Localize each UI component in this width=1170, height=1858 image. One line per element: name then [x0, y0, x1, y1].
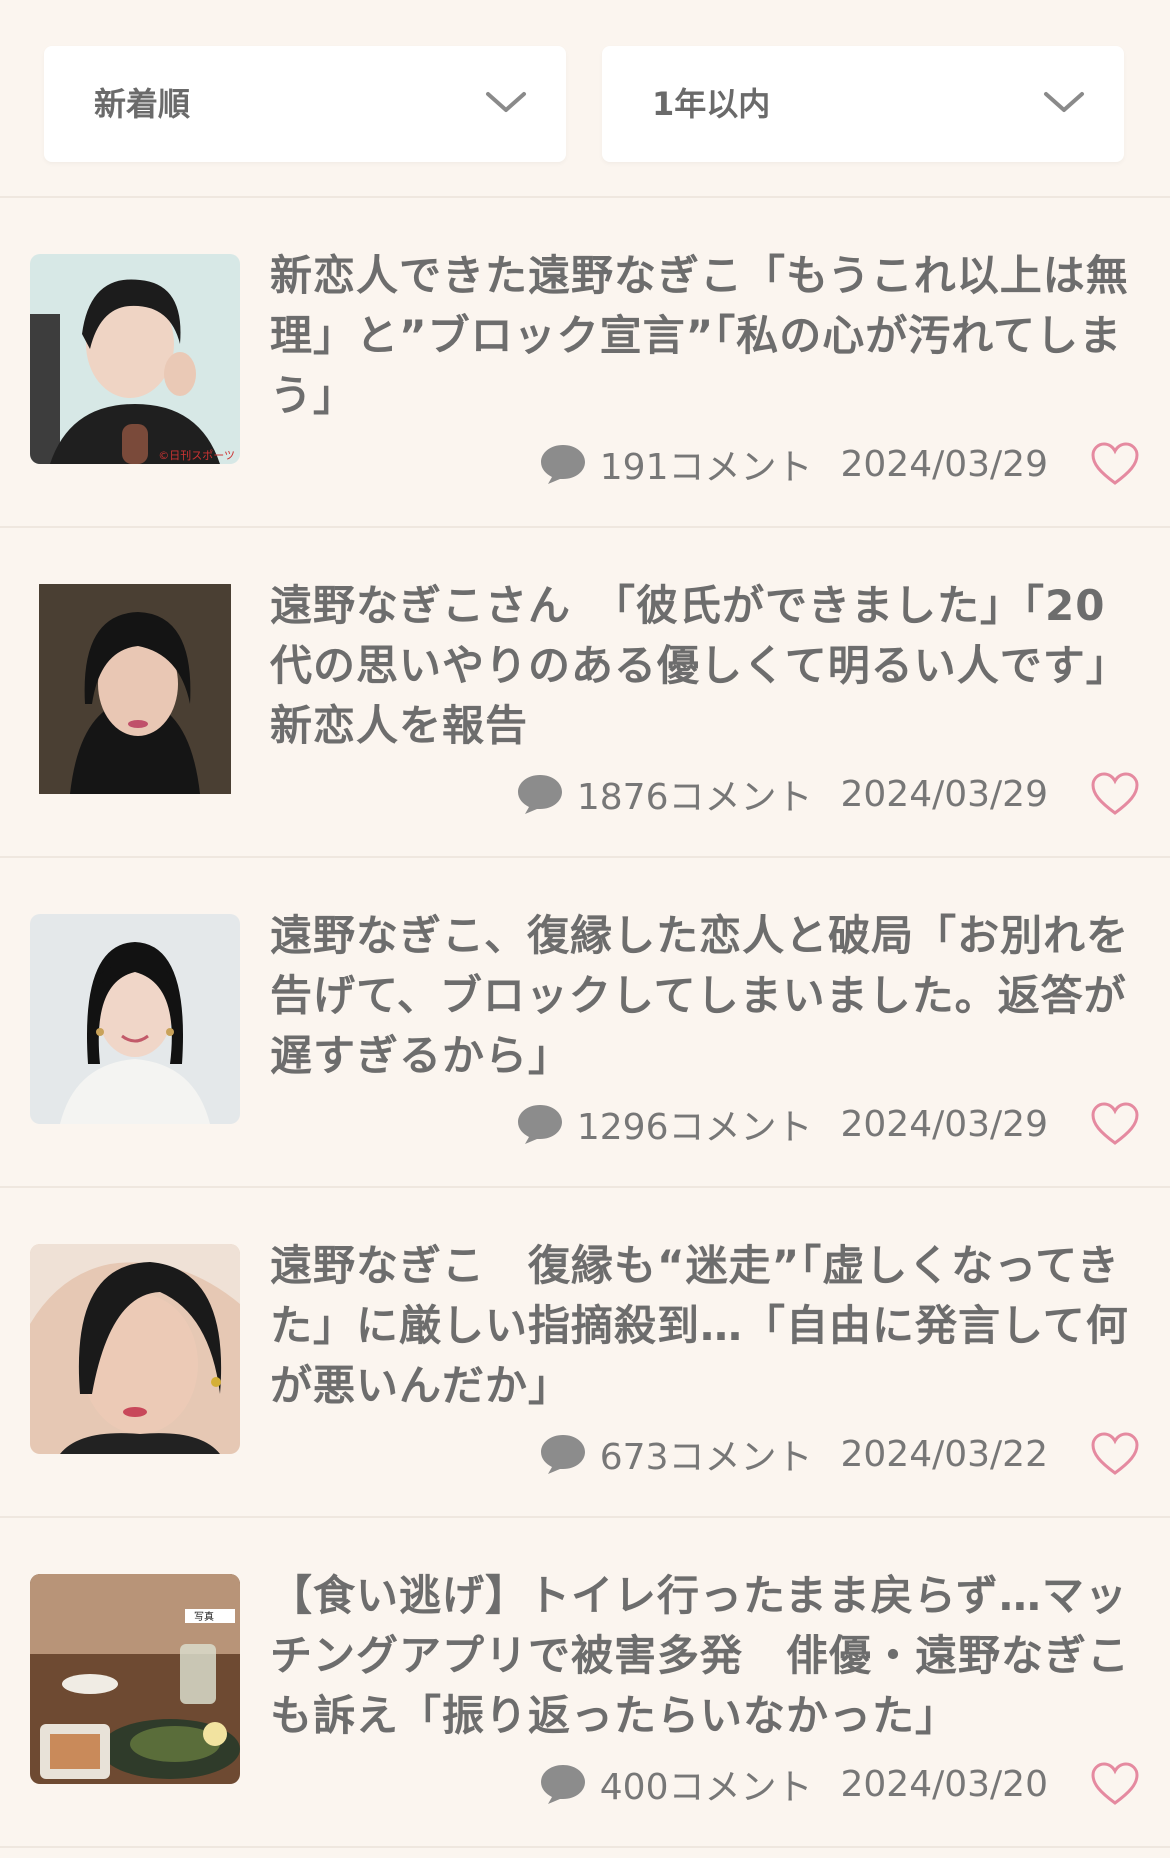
comment-count: 191コメント: [599, 447, 813, 488]
article-date: 2024/03/29: [840, 773, 1049, 815]
article-date: 2024/03/22: [840, 1433, 1049, 1475]
article-meta: 1876コメント 2024/03/29: [515, 766, 1140, 822]
thumbnail-credit: ©日刊スポーツ: [158, 449, 235, 462]
sort-select-label: 新着順: [94, 85, 191, 123]
article-title[interactable]: 遠野なぎこ、復縁した恋人と破局「お別れを告げて、ブロックしてしまいました。返答が…: [270, 906, 1140, 1086]
article-item[interactable]: 写真 【食い逃げ】トイレ行ったまま戻らず…マッチングアプリで被害多発 俳優・遠野…: [0, 1516, 1170, 1848]
comment-bubble-icon: [517, 775, 562, 814]
article-title[interactable]: 遠野なぎこさん 「彼氏ができました」「20代の思いやりのある優しくて明るい人です…: [270, 576, 1150, 756]
article-item[interactable]: 遠野なぎこ、復縁した恋人と破局「お別れを告げて、ブロックしてしまいました。返答が…: [0, 856, 1170, 1188]
comment-bubble-icon: [517, 1105, 562, 1144]
sort-select[interactable]: 新着順: [44, 46, 566, 162]
article-title[interactable]: 遠野なぎこ 復縁も“迷走”「虚しくなってきた」に厳しい指摘殺到…「自由に発言して…: [270, 1236, 1140, 1416]
comment-count: 1876コメント: [576, 777, 813, 818]
article-meta: 400コメント 2024/03/20: [538, 1756, 1140, 1812]
thumbnail-credit: 写真: [194, 1610, 214, 1623]
comment-bubble-icon: [540, 1435, 585, 1474]
article-title[interactable]: 【食い逃げ】トイレ行ったまま戻らず…マッチングアプリで被害多発 俳優・遠野なぎこ…: [270, 1566, 1140, 1746]
article-item[interactable]: 遠野なぎこさん 「彼氏ができました」「20代の思いやりのある優しくて明るい人です…: [0, 526, 1170, 858]
comment-count: 673コメント: [599, 1437, 813, 1478]
chevron-down-icon: [1044, 92, 1084, 112]
filter-bar: 新着順 1年以内: [0, 0, 1170, 198]
chevron-down-icon: [486, 92, 526, 112]
article-date: 2024/03/29: [840, 1103, 1049, 1145]
article-item[interactable]: 遠野なぎこ 復縁も“迷走”「虚しくなってきた」に厳しい指摘殺到…「自由に発言して…: [0, 1186, 1170, 1518]
article-meta: 673コメント 2024/03/22: [538, 1426, 1140, 1482]
heart-outline-icon[interactable]: [1090, 1431, 1140, 1477]
heart-outline-icon[interactable]: [1090, 441, 1140, 487]
comment-bubble-icon: [540, 445, 585, 484]
period-select-label: 1年以内: [652, 85, 771, 123]
comment-count: 1296コメント: [576, 1107, 813, 1148]
heart-outline-icon[interactable]: [1090, 1761, 1140, 1807]
comment-bubble-icon: [540, 1765, 585, 1804]
heart-outline-icon[interactable]: [1090, 1101, 1140, 1147]
comment-count: 400コメント: [599, 1767, 813, 1808]
article-thumbnail[interactable]: [30, 914, 240, 1124]
article-title[interactable]: 新恋人できた遠野なぎこ「もうこれ以上は無理」と”ブロック宣言”「私の心が汚れてし…: [270, 246, 1140, 426]
heart-outline-icon[interactable]: [1090, 771, 1140, 817]
article-thumbnail[interactable]: ©日刊スポーツ: [30, 254, 240, 464]
article-date: 2024/03/20: [840, 1763, 1049, 1805]
article-thumbnail[interactable]: [30, 584, 240, 794]
article-item[interactable]: ©日刊スポーツ 新恋人できた遠野なぎこ「もうこれ以上は無理」と”ブロック宣言”「…: [0, 196, 1170, 528]
article-date: 2024/03/29: [840, 443, 1049, 485]
period-select[interactable]: 1年以内: [602, 46, 1124, 162]
article-thumbnail[interactable]: [30, 1244, 240, 1454]
article-thumbnail[interactable]: 写真: [30, 1574, 240, 1784]
article-meta: 1296コメント 2024/03/29: [515, 1096, 1140, 1152]
article-meta: 191コメント 2024/03/29: [538, 436, 1140, 492]
